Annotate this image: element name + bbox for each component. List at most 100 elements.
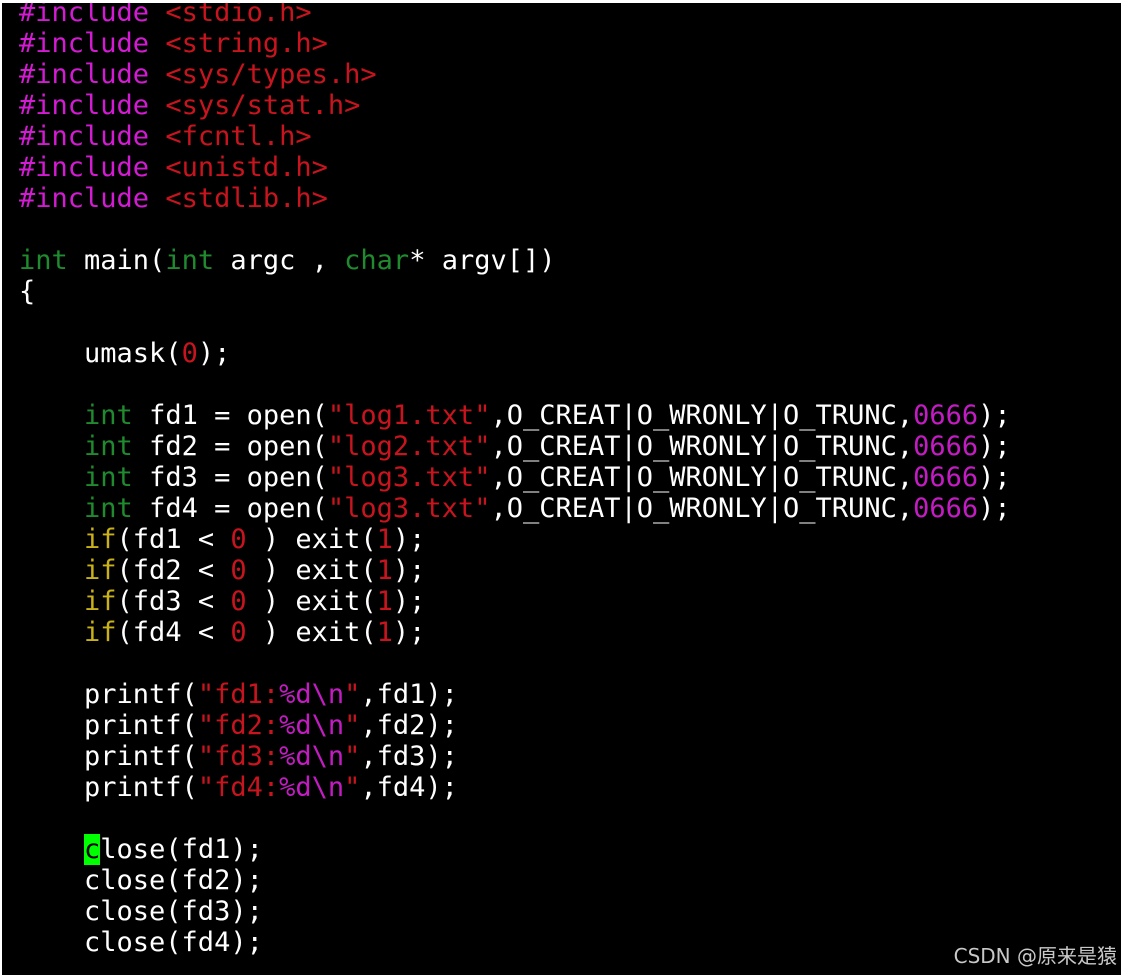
code-token-preproc: #include [19,121,166,152]
code-token-default: ); [392,524,426,555]
code-token-default: close(fd3); [19,896,263,927]
code-line: #include <stdio.h> [19,3,1011,28]
code-token-default: ); [392,555,426,586]
code-token-default: { [19,276,36,307]
code-token-octal: 0666 [913,400,979,431]
code-token-default: (fd2 < [116,555,231,586]
code-token-default: lose(fd1); [100,834,263,865]
code-line: int fd2 = open("log2.txt",O_CREAT|O_WRON… [19,431,1011,462]
code-token-default: fd3 = open( [132,462,328,493]
code-token-default: ,O_CREAT|O_WRONLY|O_TRUNC, [490,400,914,431]
code-token-special: %d\n [279,772,345,803]
code-token-default: fd2 = open( [132,431,328,462]
code-token-default [19,586,84,617]
code-token-preproc: #include [19,90,166,121]
code-line: #include <unistd.h> [19,152,1011,183]
code-token-octal: 0666 [913,493,979,524]
code-token-preproc: #include [19,28,166,59]
code-line: umask(0); [19,338,1011,369]
code-token-preproc: #include [19,152,166,183]
code-token-keyword: if [84,617,117,648]
code-token-default: ,fd4); [360,772,458,803]
code-token-number: 0 [230,617,247,648]
code-token-default: ) exit( [246,586,377,617]
code-line: close(fd4); [19,927,1011,958]
code-token-default: ,fd3); [360,741,458,772]
code-token-number: 1 [376,524,393,555]
code-token-preproc: #include [19,183,166,214]
code-line: int fd1 = open("log1.txt",O_CREAT|O_WRON… [19,400,1011,431]
code-token-string: "log3.txt" [327,462,491,493]
code-token-string: <stdio.h> [165,3,312,28]
code-token-default: ,O_CREAT|O_WRONLY|O_TRUNC, [490,462,914,493]
code-token-type: char [344,245,410,276]
code-token-default: printf( [19,710,198,741]
code-token-default: ); [392,617,426,648]
code-token-number: 1 [376,586,393,617]
code-token-string: "log1.txt" [327,400,491,431]
code-token-default: ); [197,338,231,369]
code-token-default: ); [978,462,1011,493]
code-token-type: int [84,462,133,493]
code-line: #include <sys/stat.h> [19,90,1011,121]
code-token-default: ); [978,493,1011,524]
code-token-default: * argv[]) [409,245,556,276]
code-token-string: "fd2: [197,710,280,741]
code-token-default: ,fd1); [360,679,458,710]
code-token-string: "fd4: [197,772,280,803]
code-line: close(fd1); [19,834,1011,865]
code-token-default: printf( [19,772,198,803]
csdn-watermark: CSDN @原来是猿 [953,944,1117,968]
code-editor[interactable]: #include <stdio.h> #include <string.h> #in… [19,3,1011,958]
code-line: #include <fcntl.h> [19,121,1011,152]
code-line: printf("fd1:%d\n",fd1); [19,679,1011,710]
code-token-special: %d\n [279,741,345,772]
code-token-default: ); [978,400,1011,431]
code-token-string: <sys/stat.h> [165,90,361,121]
code-token-type: int [84,493,133,524]
code-token-default: close(fd2); [19,865,263,896]
code-token-default [19,617,84,648]
code-token-string: " [344,741,361,772]
code-token-number: 1 [376,555,393,586]
code-token-default [19,524,84,555]
code-token-default: (fd4 < [116,617,231,648]
code-token-string: "fd1: [197,679,280,710]
code-line: #include <string.h> [19,28,1011,59]
code-token-default: main( [67,245,166,276]
code-token-default [19,493,84,524]
code-token-string: <string.h> [165,28,328,59]
code-token-default: printf( [19,741,198,772]
code-token-type: int [165,245,215,276]
code-token-default [19,462,84,493]
code-token-string: " [344,710,361,741]
code-token-default: ,O_CREAT|O_WRONLY|O_TRUNC, [490,431,914,462]
code-token-number: 1 [376,617,393,648]
code-line: int main(int argc , char* argv[]) [19,245,1011,276]
code-line: close(fd3); [19,896,1011,927]
code-line: if(fd4 < 0 ) exit(1); [19,617,1011,648]
code-token-preproc: #include [19,59,166,90]
code-token-default: umask( [19,338,182,369]
code-token-default: ) exit( [246,555,377,586]
code-token-default [19,555,84,586]
code-token-default: fd1 = open( [132,400,328,431]
code-token-default: ) exit( [246,524,377,555]
code-token-number: 0 [230,555,247,586]
terminal-window[interactable]: #include <stdio.h> #include <string.h> #in… [2,3,1121,975]
code-token-default: (fd3 < [116,586,231,617]
code-line: printf("fd4:%d\n",fd4); [19,772,1011,803]
code-token-string: <sys/types.h> [165,59,377,90]
code-token-special: %d\n [279,679,345,710]
code-token-default [19,400,84,431]
code-token-type: int [19,245,68,276]
code-token-number: 0 [230,524,247,555]
code-token-default: ); [978,431,1011,462]
code-token-keyword: if [84,524,117,555]
code-token-default: close(fd4); [19,927,263,958]
